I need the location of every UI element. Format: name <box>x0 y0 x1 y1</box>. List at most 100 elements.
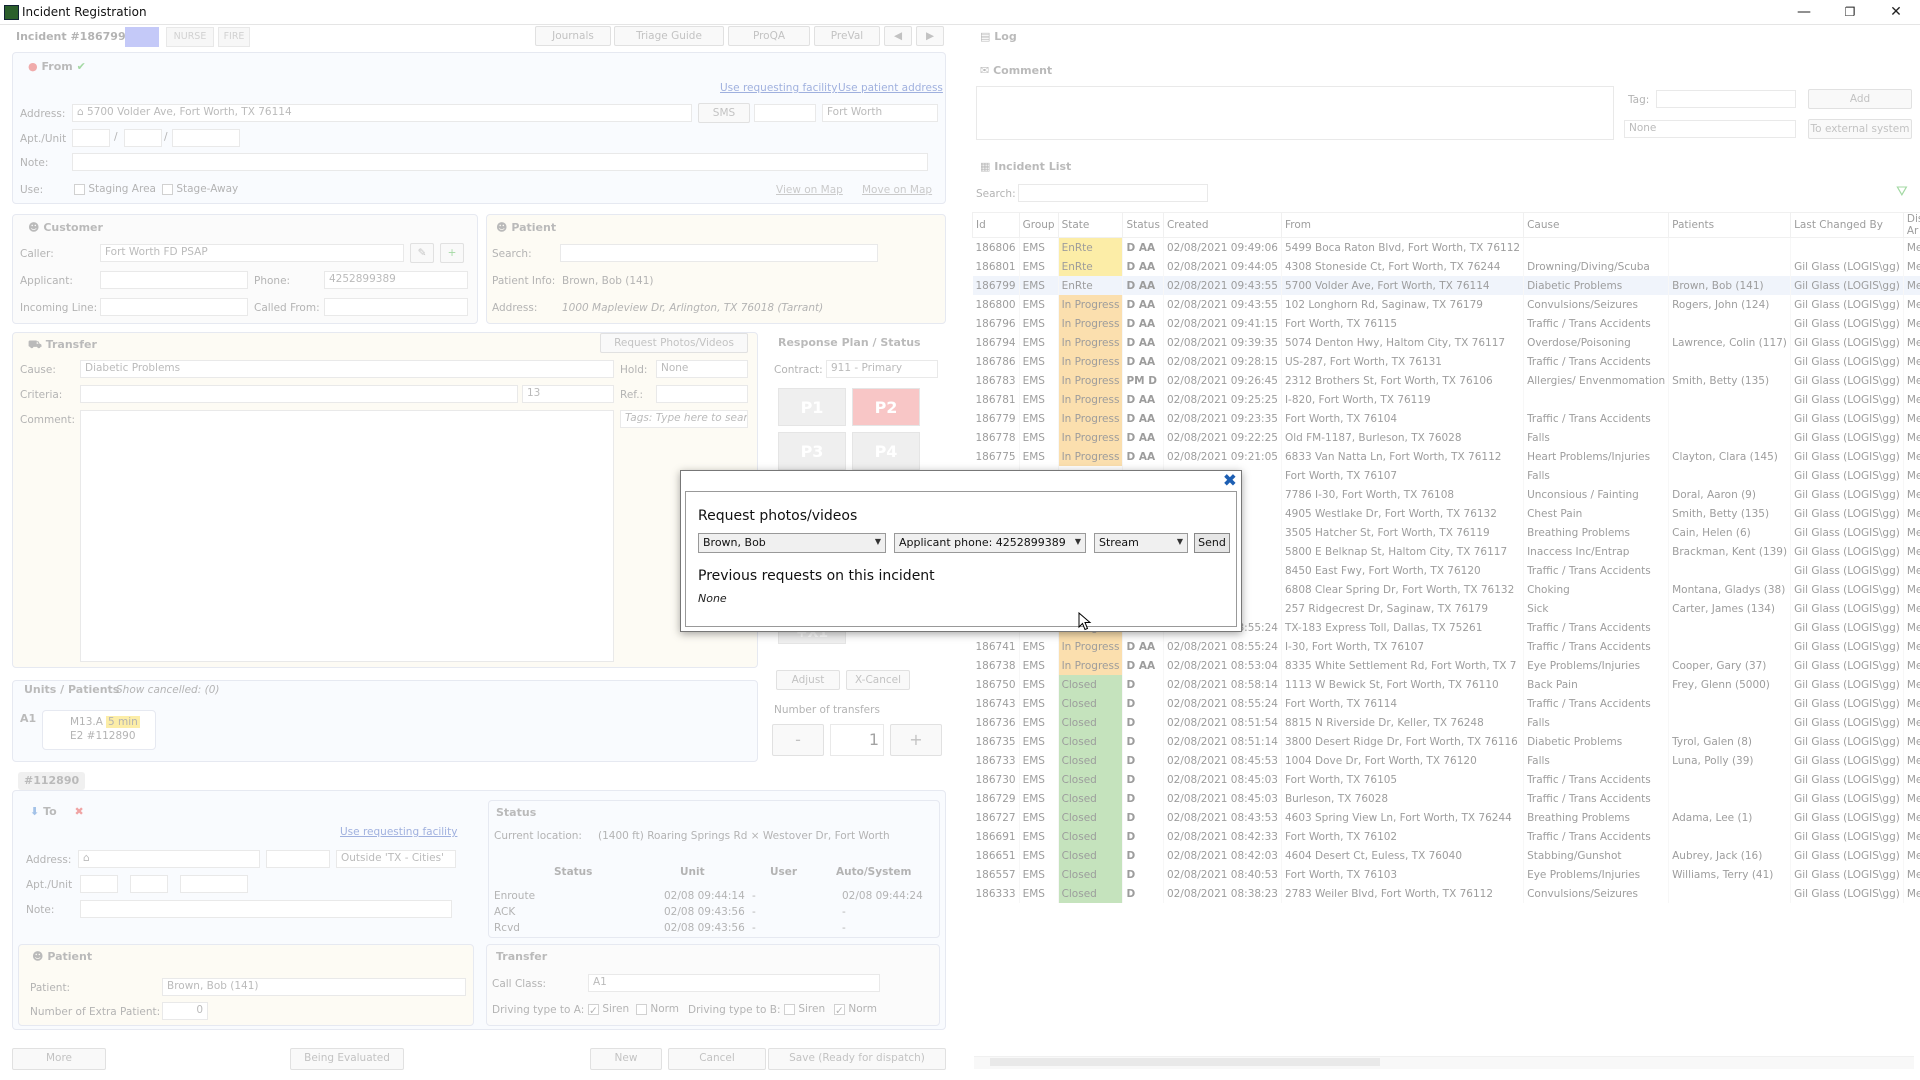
caller-input[interactable]: Fort Worth FD PSAP <box>100 244 404 262</box>
being-evaluated-button[interactable]: Being Evaluated <box>290 1048 404 1070</box>
patient-bottom-select[interactable]: Brown, Bob (141) <box>162 978 466 996</box>
view-on-map-link[interactable]: View on Map <box>776 184 843 196</box>
nurse-tab[interactable]: NURSE <box>166 27 214 47</box>
table-row[interactable]: 186743 EMS Closed D 02/08/2021 08:55:24 Fort … <box>972 694 1920 713</box>
save-ready-button[interactable]: Save (Ready for dispatch) <box>768 1048 946 1070</box>
table-row[interactable]: 186651 EMS Closed D 02/08/2021 08:42:03 4604 … <box>972 846 1920 865</box>
next-button[interactable]: ▶ <box>916 26 944 46</box>
column-header[interactable]: Status <box>1122 212 1164 238</box>
scrollbar-thumb[interactable] <box>990 1058 1380 1066</box>
table-row[interactable]: 186801 EMS EnRte D AA 02/08/2021 09:44:05 430… <box>972 257 1920 276</box>
tags-input[interactable]: Tags: Type here to search <box>620 410 748 428</box>
journals-button[interactable]: Journals <box>535 26 611 46</box>
fire-tab[interactable]: FIRE <box>218 27 250 47</box>
driving-b-norm[interactable]: ✓ Norm <box>834 1003 877 1017</box>
column-header[interactable]: From <box>1280 212 1525 238</box>
use-requesting-facility-link[interactable]: Use requesting facility <box>720 82 837 94</box>
sms-button[interactable]: SMS <box>698 103 750 123</box>
to-address-input[interactable]: ⌂ <box>78 850 260 868</box>
new-button[interactable]: New <box>590 1048 662 1070</box>
log-comment-textarea[interactable] <box>976 86 1614 140</box>
priority-p3-button[interactable]: P3 <box>778 432 846 470</box>
request-photos-button[interactable]: Request Photos/Videos <box>600 333 748 353</box>
table-row[interactable]: 186736 EMS Closed D 02/08/2021 08:51:54 8815 … <box>972 713 1920 732</box>
staging-area-checkbox[interactable]: Staging Area <box>74 183 156 195</box>
to-region-select[interactable] <box>266 850 330 868</box>
criteria-input[interactable] <box>80 385 518 403</box>
to-apt-input-2[interactable] <box>130 875 168 893</box>
table-row[interactable]: 186796 EMS In Progress D AA 02/08/2021 09:41… <box>972 314 1920 333</box>
add-caller-button[interactable]: + <box>440 243 464 263</box>
called-from-input[interactable] <box>324 298 468 316</box>
comment-textarea[interactable] <box>80 410 614 662</box>
ref-input[interactable] <box>656 385 748 403</box>
table-row[interactable]: 186775 EMS In Progress D AA 02/08/2021 09:21… <box>972 447 1920 466</box>
priority-p2-button[interactable]: P2 <box>852 388 920 426</box>
table-row[interactable]: 186800 EMS In Progress D AA 02/08/2021 09:43… <box>972 295 1920 314</box>
phone-input[interactable]: 4252899389 <box>324 271 468 289</box>
extra-patient-input[interactable]: 0 <box>162 1002 208 1020</box>
prev-button[interactable]: ◀ <box>884 26 912 46</box>
send-button[interactable]: Send <box>1194 533 1230 553</box>
table-row[interactable]: 186778 EMS In Progress D AA 02/08/2021 09:22… <box>972 428 1920 447</box>
sub-incident-tab[interactable]: #112890 <box>18 772 86 790</box>
xcancel-button[interactable]: X-Cancel <box>846 670 910 690</box>
table-row[interactable]: 186729 EMS Closed D 02/08/2021 08:45:03 Burle… <box>972 789 1920 808</box>
priority-p1-button[interactable]: P1 <box>778 388 846 426</box>
prearrival-button[interactable]: PreVal <box>814 26 880 46</box>
incident-search-input[interactable] <box>1018 184 1208 202</box>
column-header[interactable]: Id <box>972 212 1020 238</box>
proqa-button[interactable]: ProQA <box>728 26 810 46</box>
decrement-transfers-button[interactable]: - <box>772 724 824 756</box>
table-row[interactable]: 186741 EMS In Progress D AA 02/08/2021 08:55… <box>972 637 1920 656</box>
column-header[interactable]: State <box>1057 212 1124 238</box>
more-button[interactable]: More <box>12 1048 106 1070</box>
driving-a-siren[interactable]: ✓ Siren <box>588 1003 629 1017</box>
city-input[interactable]: Fort Worth <box>822 104 938 122</box>
to-city-input[interactable]: Outside 'TX - Cities' <box>336 850 456 868</box>
table-row[interactable]: 186733 EMS Closed D 02/08/2021 08:45:53 1004 … <box>972 751 1920 770</box>
close-dialog-icon[interactable]: ✖ <box>1223 472 1237 490</box>
table-row[interactable]: 186730 EMS Closed D 02/08/2021 08:45:03 Fort … <box>972 770 1920 789</box>
hold-select[interactable]: None <box>656 360 748 378</box>
incoming-line-input[interactable] <box>100 298 248 316</box>
ems-tab[interactable] <box>125 27 159 47</box>
table-row[interactable]: 186735 EMS Closed D 02/08/2021 08:51:14 3800 … <box>972 732 1920 751</box>
mode-select[interactable]: Stream ▼ <box>1094 533 1188 553</box>
minimize-button[interactable]: — <box>1782 2 1826 22</box>
add-comment-button[interactable]: Add <box>1808 89 1912 109</box>
num-transfers-input[interactable]: 1 <box>830 724 884 756</box>
priority-p4-button[interactable]: P4 <box>852 432 920 470</box>
table-row[interactable]: 186691 EMS Closed D 02/08/2021 08:42:33 Fort … <box>972 827 1920 846</box>
cause-input[interactable]: Diabetic Problems <box>80 360 614 378</box>
to-external-button[interactable]: To external system <box>1808 119 1912 139</box>
stage-away-checkbox[interactable]: Stage-Away <box>162 183 238 195</box>
applicant-input[interactable] <box>100 271 248 289</box>
driving-b-siren[interactable]: Siren <box>784 1003 825 1015</box>
increment-transfers-button[interactable]: + <box>890 724 942 756</box>
table-row[interactable]: 186786 EMS In Progress D AA 02/08/2021 09:28… <box>972 352 1920 371</box>
column-header[interactable]: Group <box>1018 212 1059 238</box>
to-note-input[interactable] <box>80 900 452 918</box>
to-use-requesting-facility-link[interactable]: Use requesting facility <box>340 826 457 838</box>
table-row[interactable]: 186781 EMS In Progress D AA 02/08/2021 09:25… <box>972 390 1920 409</box>
phone-select[interactable]: Applicant phone: 4252899389 ▼ <box>894 533 1086 553</box>
table-row[interactable]: 186806 EMS EnRte D AA 02/08/2021 09:49:06 549… <box>972 237 1920 257</box>
table-row[interactable]: 186794 EMS In Progress D AA 02/08/2021 09:39… <box>972 333 1920 352</box>
to-apt-input-3[interactable] <box>180 875 248 893</box>
address-input[interactable]: ⌂ 5700 Volder Ave, Fort Worth, TX 76114 <box>72 104 692 122</box>
contract-select[interactable]: 911 - Primary <box>826 360 938 378</box>
edit-caller-button[interactable]: ✎ <box>410 243 434 263</box>
table-row[interactable]: 186779 EMS In Progress D AA 02/08/2021 09:23… <box>972 409 1920 428</box>
patient-select[interactable]: Brown, Bob ▼ <box>698 533 886 553</box>
cancel-button[interactable]: Cancel <box>668 1048 766 1070</box>
triage-guide-button[interactable]: Triage Guide <box>614 26 724 46</box>
driving-a-norm[interactable]: Norm <box>636 1003 679 1015</box>
table-row[interactable]: 186783 EMS In Progress PM D 02/08/2021 09:26… <box>972 371 1920 390</box>
close-window-button[interactable]: ✕ <box>1874 2 1918 22</box>
apt-input-2[interactable] <box>124 129 162 147</box>
adjust-button[interactable]: Adjust <box>776 670 840 690</box>
patient-search-input[interactable] <box>560 244 878 262</box>
log-type-select[interactable]: None <box>1624 120 1796 138</box>
column-header[interactable]: Last Changed By <box>1790 212 1904 238</box>
